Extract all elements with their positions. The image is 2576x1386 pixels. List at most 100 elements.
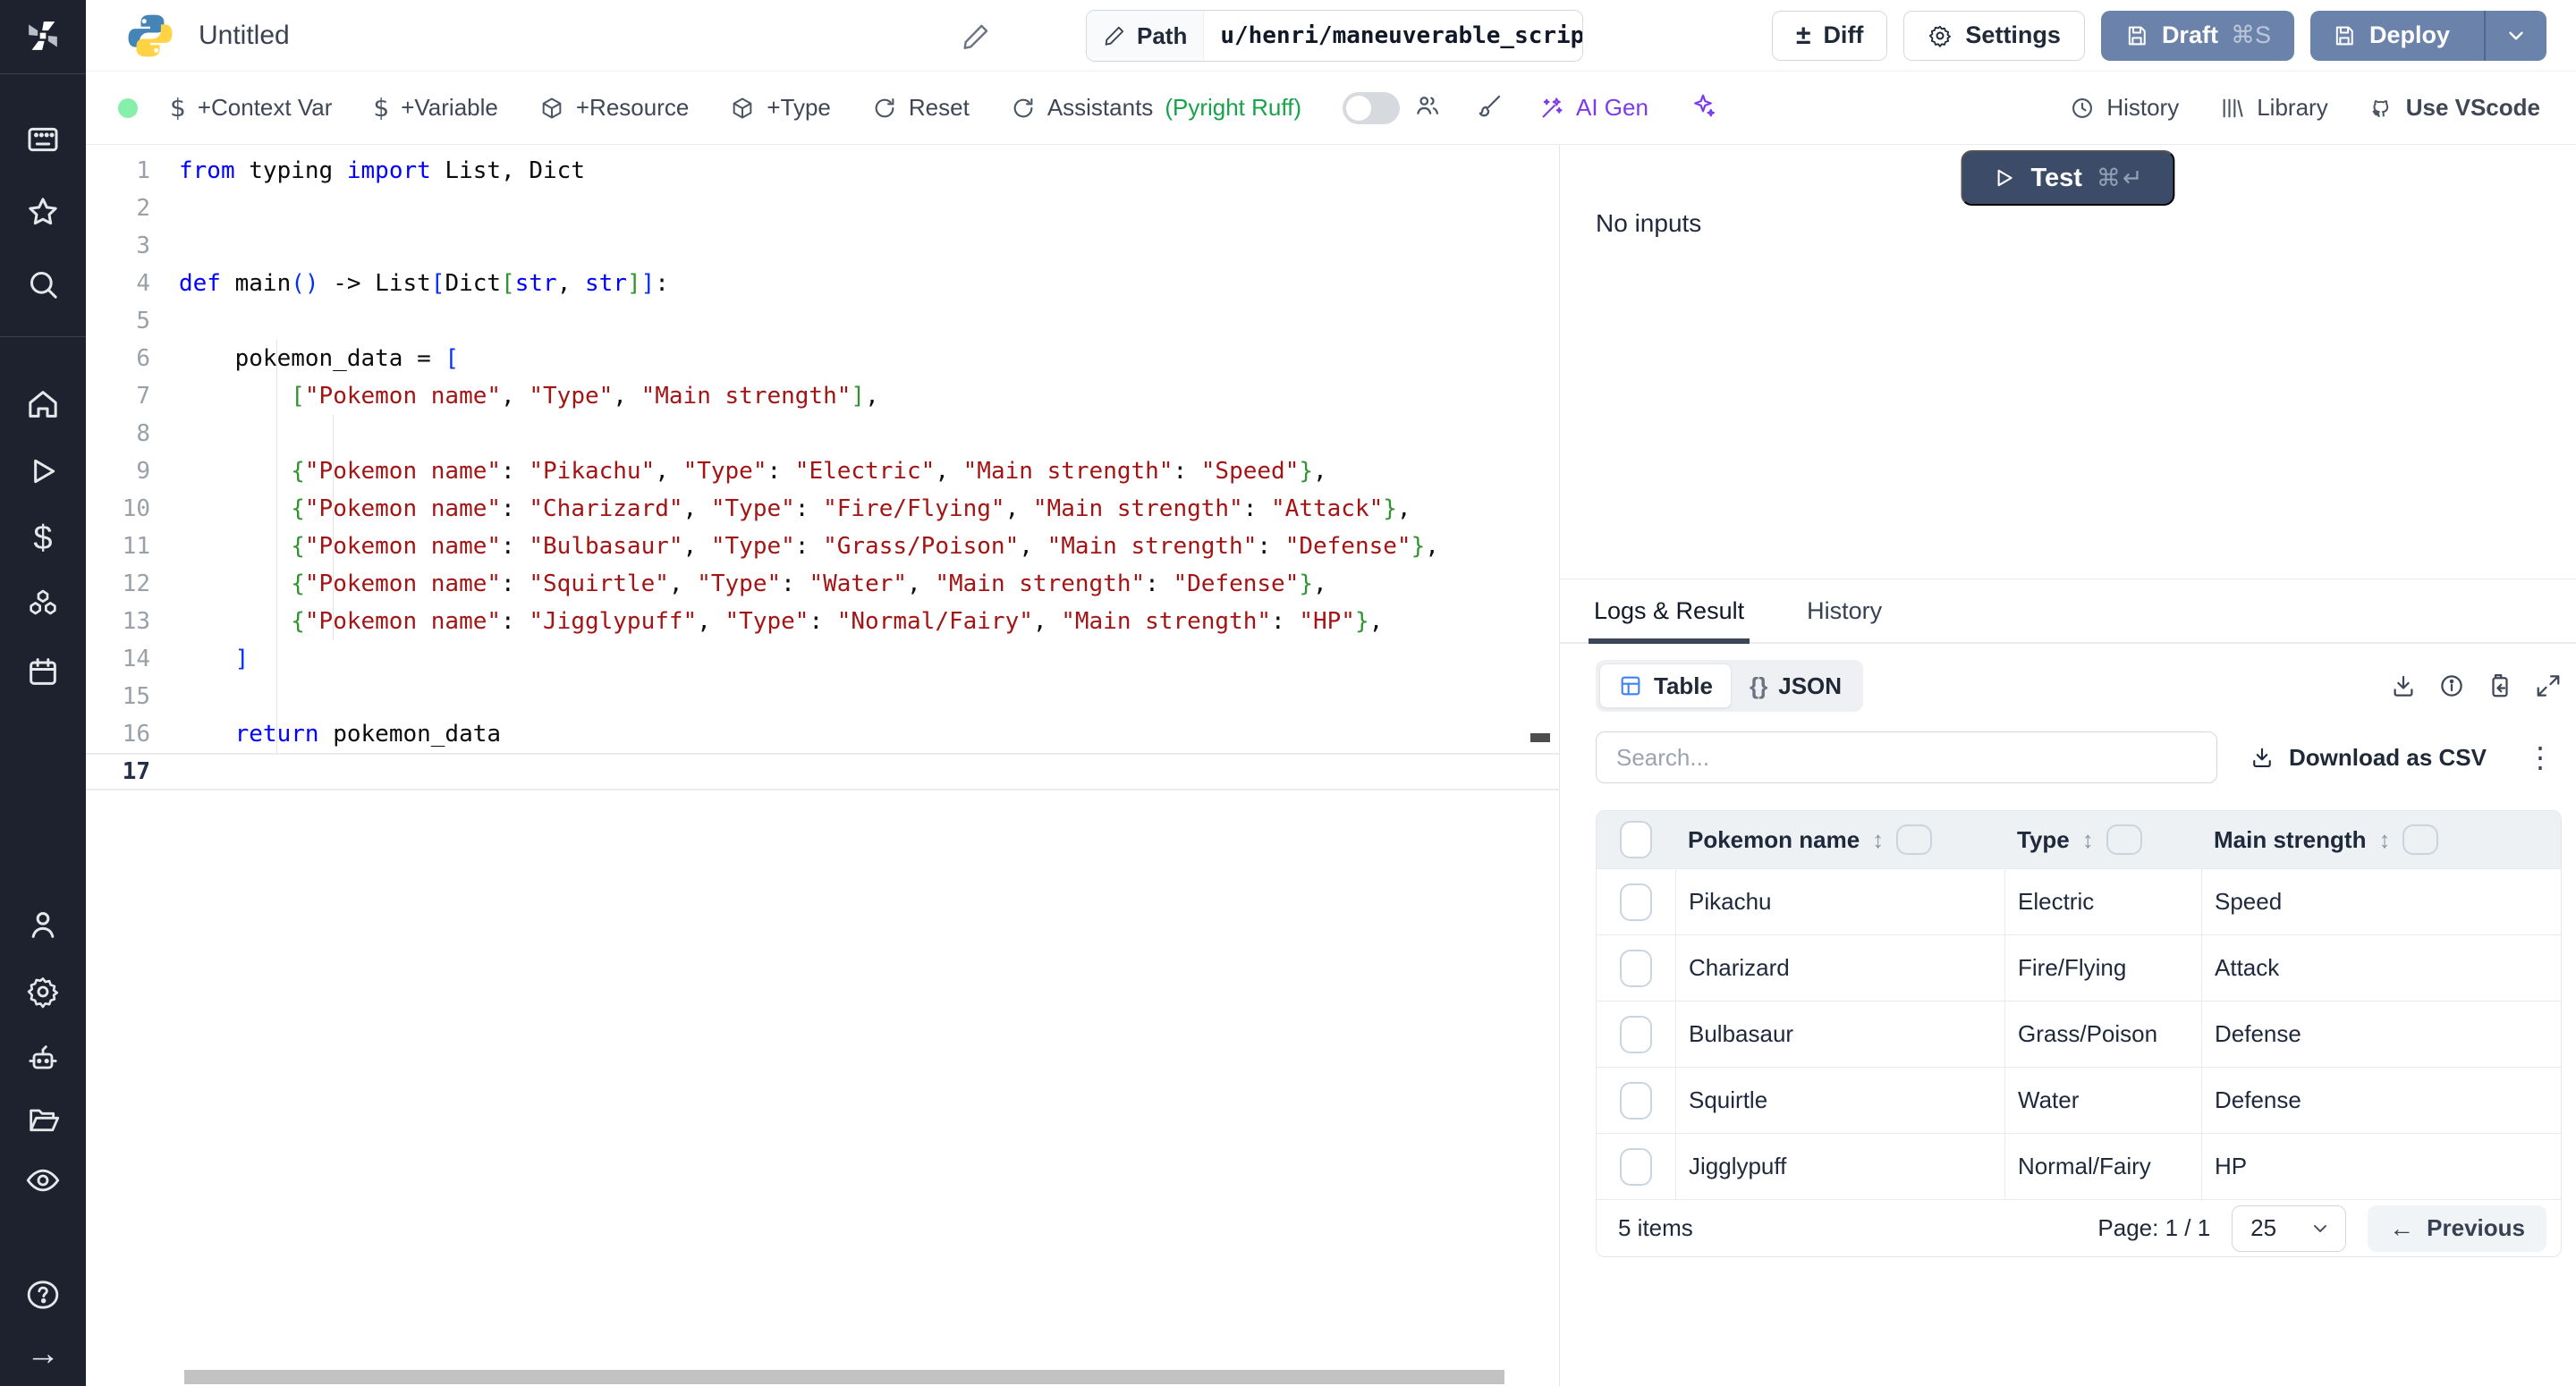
deploy-dropdown-chevron[interactable] xyxy=(2484,11,2546,61)
code-line-5[interactable]: 5 xyxy=(86,302,1559,340)
reset-button[interactable]: Reset xyxy=(872,94,970,122)
column-filter-checkbox[interactable] xyxy=(2106,824,2142,855)
sparkles-icon[interactable] xyxy=(1690,92,1716,123)
table-cell: Grass/Poison xyxy=(2004,1001,2201,1067)
expand-sidebar-arrow-icon[interactable]: → xyxy=(21,1332,64,1375)
test-button[interactable]: Test ⌘↵ xyxy=(1961,150,2174,206)
sort-icon[interactable]: ↕ xyxy=(1872,826,1884,854)
braces-icon: {} xyxy=(1750,672,1767,700)
result-search-input[interactable] xyxy=(1596,731,2217,783)
code-line-11[interactable]: 11 {"Pokemon name": "Bulbasaur", "Type":… xyxy=(86,528,1559,565)
select-all-checkbox[interactable] xyxy=(1620,821,1652,858)
table-row[interactable]: PikachuElectricSpeed xyxy=(1597,868,2561,934)
workers-robot-icon[interactable] xyxy=(21,1037,64,1080)
format-brush-icon[interactable] xyxy=(1477,92,1504,123)
runs-play-icon[interactable] xyxy=(21,450,64,493)
code-line-7[interactable]: 7 ["Pokemon name", "Type", "Main strengt… xyxy=(86,377,1559,415)
sort-icon[interactable]: ↕ xyxy=(2082,826,2094,854)
download-csv-button[interactable]: Download as CSV xyxy=(2250,744,2487,772)
row-checkbox[interactable] xyxy=(1620,1082,1652,1120)
row-checkbox[interactable] xyxy=(1620,883,1652,921)
use-vscode-button[interactable]: Use VScode xyxy=(2369,94,2540,122)
ai-gen-button[interactable]: AI Gen xyxy=(1539,94,1648,122)
code-line-3[interactable]: 3 xyxy=(86,227,1559,265)
table-row[interactable]: JigglypuffNormal/FairyHP xyxy=(1597,1133,2561,1199)
audit-eye-icon[interactable] xyxy=(21,1159,64,1202)
resources-cubes-icon[interactable] xyxy=(21,583,64,626)
refresh-icon xyxy=(872,96,897,121)
edit-title-pencil-icon[interactable] xyxy=(961,21,991,52)
code-line-9[interactable]: 9 {"Pokemon name": "Pikachu", "Type": "E… xyxy=(86,452,1559,490)
code-line-16[interactable]: 16 return pokemon_data xyxy=(86,715,1559,753)
code-line-6[interactable]: 6 pokemon_data = [ xyxy=(86,340,1559,377)
variables-dollar-icon[interactable]: $ xyxy=(21,517,64,560)
add-type-button[interactable]: +Type xyxy=(730,94,831,122)
path-value[interactable]: u/henri/maneuverable_script xyxy=(1204,11,1583,61)
code-line-14[interactable]: 14 ] xyxy=(86,640,1559,678)
code-editor[interactable]: 1from typing import List, Dict234def mai… xyxy=(86,145,1560,1386)
tab-history[interactable]: History xyxy=(1807,579,1882,642)
status-dot xyxy=(118,98,138,118)
script-path-field[interactable]: Path u/henri/maneuverable_script xyxy=(1086,10,1583,62)
schedules-calendar-icon[interactable] xyxy=(21,650,64,693)
download-icon[interactable] xyxy=(2390,672,2417,699)
add-context-var-button[interactable]: $+Context Var xyxy=(170,93,332,123)
row-checkbox[interactable] xyxy=(1620,950,1652,987)
page-size-select[interactable]: 25 xyxy=(2232,1205,2346,1252)
expand-icon[interactable] xyxy=(2535,672,2562,699)
collaboration-toggle[interactable] xyxy=(1343,92,1400,124)
table-row[interactable]: SquirtleWaterDefense xyxy=(1597,1067,2561,1133)
code-line-12[interactable]: 12 {"Pokemon name": "Squirtle", "Type": … xyxy=(86,565,1559,603)
deploy-button[interactable]: Deploy xyxy=(2310,11,2546,61)
view-json-chip[interactable]: {} JSON xyxy=(1732,663,1860,708)
code-line-8[interactable]: 8 xyxy=(86,415,1559,452)
previous-page-button[interactable]: ← Previous xyxy=(2368,1205,2546,1252)
editor-horizontal-scrollbar[interactable] xyxy=(184,1370,1504,1384)
refresh-icon xyxy=(1011,96,1036,121)
code-line-4[interactable]: 4def main() -> List[Dict[str, str]]: xyxy=(86,265,1559,302)
info-icon[interactable] xyxy=(2438,672,2465,699)
home-icon[interactable] xyxy=(21,383,64,426)
folders-icon[interactable] xyxy=(21,1098,64,1141)
clipboard-icon[interactable] xyxy=(2487,672,2513,699)
multiplayer-users-icon[interactable] xyxy=(1414,92,1441,123)
column-header[interactable]: Type↕ xyxy=(2004,811,2201,868)
code-line-15[interactable]: 15 xyxy=(86,678,1559,715)
windmill-logo-icon[interactable] xyxy=(21,14,64,57)
draft-button[interactable]: Draft ⌘S xyxy=(2101,11,2294,61)
save-icon xyxy=(2332,23,2357,48)
assistants-button[interactable]: Assistants (Pyright Ruff) xyxy=(1011,94,1301,122)
column-header[interactable]: Pokemon name↕ xyxy=(1675,811,2004,868)
code-line-13[interactable]: 13 {"Pokemon name": "Jigglypuff", "Type"… xyxy=(86,603,1559,640)
more-options-kebab-icon[interactable]: ⋮ xyxy=(2526,743,2562,772)
table-row[interactable]: BulbasaurGrass/PoisonDefense xyxy=(1597,1001,2561,1067)
items-count: 5 items xyxy=(1618,1214,1693,1242)
code-line-1[interactable]: 1from typing import List, Dict xyxy=(86,152,1559,190)
column-filter-checkbox[interactable] xyxy=(1896,824,1932,855)
favorites-star-icon[interactable] xyxy=(21,190,64,233)
workspace-switcher-icon[interactable] xyxy=(21,118,64,161)
add-resource-button[interactable]: +Resource xyxy=(539,94,689,122)
settings-gear-icon[interactable] xyxy=(21,970,64,1013)
tab-logs-result[interactable]: Logs & Result xyxy=(1594,579,1744,642)
add-variable-button[interactable]: $+Variable xyxy=(373,93,497,123)
column-header[interactable]: Main strength↕ xyxy=(2201,811,2561,868)
row-checkbox[interactable] xyxy=(1620,1148,1652,1186)
library-button[interactable]: Library xyxy=(2220,94,2327,122)
code-line-2[interactable]: 2 xyxy=(86,190,1559,227)
search-icon[interactable] xyxy=(21,263,64,306)
settings-button[interactable]: Settings xyxy=(1903,11,2085,61)
code-line-10[interactable]: 10 {"Pokemon name": "Charizard", "Type":… xyxy=(86,490,1559,528)
row-checkbox[interactable] xyxy=(1620,1016,1652,1053)
table-cell: Water xyxy=(2004,1068,2201,1133)
column-filter-checkbox[interactable] xyxy=(2402,824,2438,855)
diff-button[interactable]: ± Diff xyxy=(1772,11,1887,61)
code-line-17[interactable]: 17 xyxy=(86,753,1559,790)
help-icon[interactable] xyxy=(21,1273,64,1316)
table-row[interactable]: CharizardFire/FlyingAttack xyxy=(1597,934,2561,1001)
user-icon[interactable] xyxy=(21,903,64,946)
code-text: {"Pokemon name": "Bulbasaur", "Type": "G… xyxy=(179,533,1439,560)
history-button[interactable]: History xyxy=(2070,94,2179,122)
sort-icon[interactable]: ↕ xyxy=(2378,826,2390,854)
view-table-chip[interactable]: Table xyxy=(1599,663,1732,708)
